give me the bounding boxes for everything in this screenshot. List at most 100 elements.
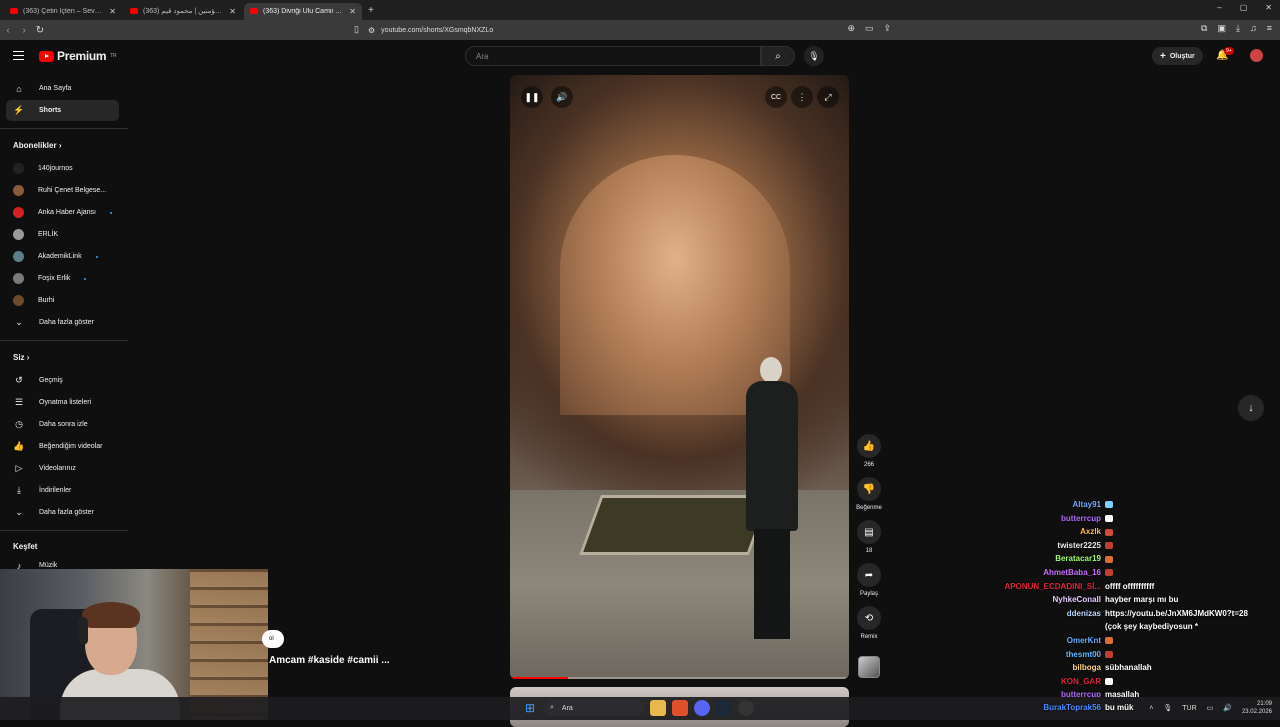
chat-username[interactable]: APONUN_ECDADINI_Sİ... [980, 582, 1105, 595]
chat-username[interactable]: twister2225 [980, 541, 1105, 554]
search-button[interactable]: ⌕ [761, 46, 795, 66]
sidebar-item-subscription[interactable]: Burhi [6, 290, 119, 311]
like-button[interactable]: 👍 [857, 434, 881, 458]
close-tab-icon[interactable]: ✕ [349, 7, 356, 16]
short-title[interactable]: Amcam #kaside #camii ... [269, 655, 390, 666]
maximize-icon[interactable]: ▢ [1240, 3, 1248, 12]
plus-icon: + [1160, 50, 1166, 62]
forward-icon[interactable]: › [16, 25, 32, 36]
channel-avatar [13, 185, 24, 196]
bookmark-icon[interactable]: ▯ [354, 24, 359, 35]
volume-button[interactable]: 🔊 [551, 86, 573, 108]
url-field[interactable]: ⚙ youtube.com/shorts/XGsmqbNXZLo [368, 23, 888, 37]
sidebar-item-shorts[interactable]: ⚡ Shorts [6, 100, 119, 121]
subscriptions-heading[interactable]: Abonelikler › [13, 141, 61, 150]
sound-thumbnail[interactable] [858, 656, 880, 678]
chat-username[interactable]: Beratacar19 [980, 554, 1105, 567]
browser-tab[interactable]: (363) Divriği Ulu Camii Fehmi... ✕ [244, 2, 362, 20]
chat-username[interactable] [980, 622, 1105, 635]
sidebar-item-subscription[interactable]: Ruhi Çenet Belgese... [6, 180, 119, 201]
sidebar-item-subscription[interactable]: AkademikLink [6, 246, 119, 267]
zoom-icon[interactable]: ⊕ [847, 23, 855, 34]
chat-username[interactable]: NyhkeConall [980, 595, 1105, 608]
captions-icon: CC [770, 93, 782, 101]
create-button[interactable]: + Oluştur [1152, 47, 1203, 65]
new-tab-button[interactable]: + [368, 5, 374, 16]
minimize-icon[interactable]: – [1217, 3, 1221, 12]
steam-icon[interactable] [716, 700, 732, 716]
file-explorer-icon[interactable] [650, 700, 666, 716]
chat-username[interactable]: OmerKnt [980, 636, 1105, 649]
chat-emote-icon [1105, 555, 1113, 563]
chat-message: NyhkeConall hayber marşı mı bu [980, 595, 1280, 608]
chat-username[interactable]: KON_GAR [980, 677, 1105, 690]
voice-search-button[interactable]: 🎙 [804, 46, 824, 66]
chat-username[interactable]: bilboga [980, 663, 1105, 676]
sidebar-show-more[interactable]: ⌄ Daha fazla göster [6, 312, 119, 333]
sidebar-item-clock[interactable]: ◷ Daha sonra izle [6, 414, 119, 435]
dislike-button[interactable]: 👎 [857, 477, 881, 501]
sidebar-item-playlist[interactable]: ☰ Oynatma listeleri [6, 392, 119, 413]
extensions-icon[interactable]: ⧉ [1201, 23, 1207, 34]
chat-username[interactable]: butterrcup [980, 514, 1105, 527]
close-window-icon[interactable]: ✕ [1265, 3, 1272, 12]
chat-username[interactable]: BurakToprak56 [980, 703, 1105, 716]
chat-message: APONUN_ECDADINI_Sİ... offff offffffffff [980, 582, 1280, 595]
sidebar-item-home[interactable]: ⌂ Ana Sayfa [6, 78, 119, 99]
sidebar-item-subscription[interactable]: ERLİK [6, 224, 119, 245]
section-heading: Abonelikler [13, 141, 57, 150]
media-icon[interactable]: ♫ [1250, 23, 1257, 34]
youtube-logo[interactable]: Premium TR [39, 49, 117, 63]
captions-button[interactable]: CC [765, 86, 787, 108]
sidebar-item-history[interactable]: ↺ Geçmiş [6, 370, 119, 391]
taskbar-search[interactable]: ⌕ Ara [544, 700, 644, 716]
download-tray-icon[interactable]: ⤓ [1236, 23, 1240, 34]
brave-browser-icon[interactable] [672, 700, 688, 716]
sidebar-show-more[interactable]: ⌄ Daha fazla göster [6, 502, 119, 523]
comments-button[interactable]: ▤ [857, 520, 881, 544]
video-progress-bar[interactable] [510, 677, 849, 679]
sidebar-item-subscription[interactable]: Anka Haber Ajansı [6, 202, 119, 223]
sidebar-item-video[interactable]: ▷ Videolarınız [6, 458, 119, 479]
menu-icon[interactable] [13, 51, 24, 60]
windows-start-icon[interactable]: ⊞ [522, 700, 538, 716]
more-options-button[interactable]: ⋮ [791, 86, 813, 108]
avatar[interactable] [1250, 49, 1263, 62]
chat-username[interactable]: thesmt00 [980, 650, 1105, 663]
browser-tab[interactable]: ذكر أمير المؤمنين | محمود قيم (363) ... ✕ [124, 3, 242, 20]
obs-icon[interactable] [738, 700, 754, 716]
share-page-icon[interactable]: ⇪ [884, 23, 892, 34]
close-tab-icon[interactable]: ✕ [109, 7, 116, 16]
sidebar-toggle-icon[interactable]: ▣ [1217, 23, 1226, 34]
you-heading[interactable]: Siz › [13, 353, 29, 362]
site-info-icon[interactable]: ⚙ [368, 26, 375, 35]
reload-icon[interactable]: ↻ [32, 25, 48, 36]
search-input[interactable]: Ara [465, 46, 761, 66]
back-icon[interactable]: ‹ [0, 25, 16, 36]
sidebar-item-label: Geçmiş [39, 377, 63, 384]
remix-button[interactable]: ⟲ [857, 606, 881, 630]
sidebar-item-subscription[interactable]: Foşix Erlik [6, 268, 119, 289]
share-button[interactable]: ➦ [857, 563, 881, 587]
fullscreen-button[interactable]: ⤢ [817, 86, 839, 108]
sidebar-item-download[interactable]: ⤓ İndirilenler [6, 480, 119, 501]
chat-username[interactable]: Axzlk [980, 527, 1105, 540]
next-short-button[interactable]: ↓ [1238, 395, 1264, 421]
channel-avatar[interactable]: ol [262, 630, 284, 648]
browser-tab[interactable]: (363) Çetin İçten – Sevda Değil | Orgi..… [4, 3, 122, 20]
chat-username[interactable]: ddenizas [980, 609, 1105, 622]
short-video-player[interactable]: ❚❚ 🔊 CC ⋮ ⤢ [510, 75, 849, 679]
close-tab-icon[interactable]: ✕ [229, 7, 236, 16]
discord-icon[interactable] [694, 700, 710, 716]
clock-icon: ◷ [15, 419, 23, 429]
share-icon: ➦ [864, 569, 874, 581]
browser-menu-icon[interactable]: ≡ [1267, 23, 1272, 34]
chat-message: thesmt00 [980, 650, 1280, 663]
sidebar-item-subscription[interactable]: 140journos [6, 158, 119, 179]
cast-icon[interactable]: ▭ [865, 23, 874, 34]
chat-username[interactable]: Altay91 [980, 500, 1105, 513]
sidebar-item-like[interactable]: 👍 Beğendiğim videolar [6, 436, 119, 457]
sidebar-divider [0, 340, 128, 341]
pause-button[interactable]: ❚❚ [521, 86, 543, 108]
chat-username[interactable]: AhmetBaba_16 [980, 568, 1105, 581]
